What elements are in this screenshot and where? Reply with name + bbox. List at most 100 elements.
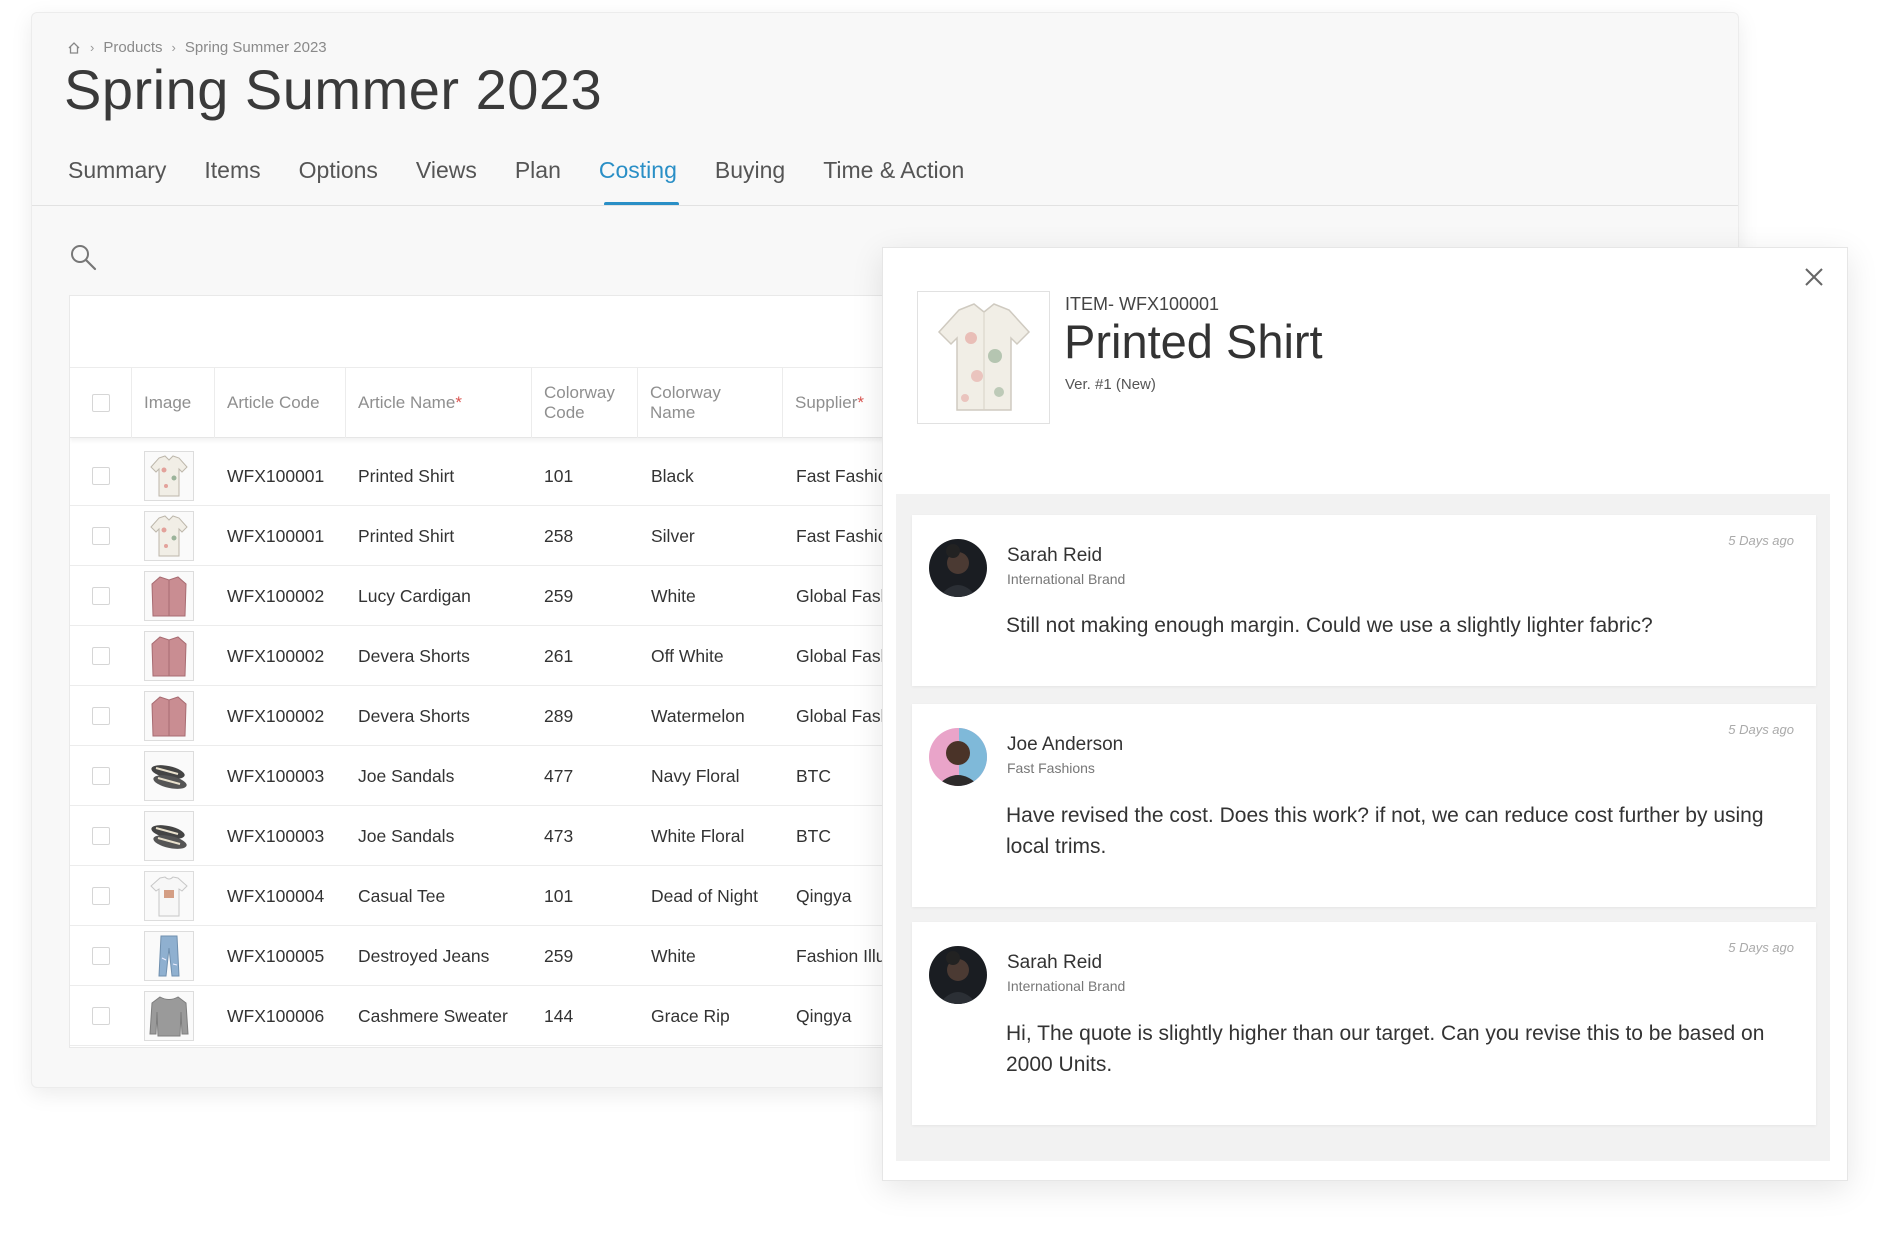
tab-plan[interactable]: Plan: [515, 157, 561, 206]
column-header-image[interactable]: Image: [132, 368, 215, 438]
row-select-cell: [70, 566, 132, 626]
row-image-cell: [144, 446, 204, 506]
colorway-name-cell: Watermelon: [651, 705, 745, 726]
colorway-name-cell: Black: [651, 465, 694, 486]
comment-card: Sarah Reid International Brand 5 Days ag…: [912, 922, 1816, 1125]
comment-time: 5 Days ago: [1728, 722, 1794, 737]
tab-buying[interactable]: Buying: [715, 157, 785, 206]
item-version: Ver. #1 (New): [1065, 376, 1156, 393]
colorway-name-cell: Silver: [651, 525, 695, 546]
row-image-cell: [144, 866, 204, 926]
column-header-article-code[interactable]: Article Code: [215, 368, 346, 438]
breadcrumb-separator: ›: [90, 40, 95, 55]
row-checkbox[interactable]: [92, 647, 110, 665]
article-code-cell: WFX100006: [227, 1005, 325, 1026]
column-header-colorway-code[interactable]: Colorway Code: [532, 368, 638, 438]
row-checkbox[interactable]: [92, 827, 110, 845]
row-image-cell: [144, 686, 204, 746]
row-select-cell: [70, 626, 132, 686]
column-header-article-name[interactable]: Article Name *: [346, 368, 532, 438]
colorway-code-cell: 473: [544, 825, 574, 846]
breadcrumb-products[interactable]: Products: [103, 39, 162, 56]
article-name-cell: Casual Tee: [358, 885, 446, 906]
comment-time: 5 Days ago: [1728, 940, 1794, 955]
item-detail-panel: ITEM- WFX100001 Printed Shirt Ver. #1 (N…: [882, 247, 1848, 1181]
row-checkbox[interactable]: [92, 467, 110, 485]
column-header-label: Colorway: [544, 383, 615, 402]
row-select-cell: [70, 446, 132, 506]
colorway-name-cell: Dead of Night: [651, 885, 759, 906]
comment-card: Sarah Reid International Brand 5 Days ag…: [912, 515, 1816, 686]
sandal-icon: [144, 751, 194, 801]
avatar[interactable]: [929, 539, 987, 597]
select-all-checkbox[interactable]: [91, 394, 110, 412]
shirt-icon: [144, 511, 194, 561]
row-select-cell: [70, 986, 132, 1046]
sweater-icon: [144, 991, 194, 1041]
colorway-code-cell: 101: [544, 465, 574, 486]
tab-options[interactable]: Options: [299, 157, 378, 206]
avatar[interactable]: [929, 946, 987, 1004]
comment-author: Sarah Reid: [1007, 545, 1103, 566]
cardigan-icon: [144, 631, 194, 681]
tee-icon: [144, 871, 194, 921]
row-image-cell: [144, 566, 204, 626]
tab-costing[interactable]: Costing: [599, 157, 679, 206]
article-name-cell: Devera Shorts: [358, 645, 470, 666]
row-checkbox[interactable]: [92, 767, 110, 785]
colorway-code-cell: 261: [544, 645, 574, 666]
article-name-cell: Destroyed Jeans: [358, 945, 490, 966]
cardigan-icon: [144, 571, 194, 621]
article-name-cell: Lucy Cardigan: [358, 585, 471, 606]
article-name-cell: Printed Shirt: [358, 465, 455, 486]
tab-summary[interactable]: Summary: [68, 157, 166, 206]
row-select-cell: [70, 506, 132, 566]
tab-time-action[interactable]: Time & Action: [823, 157, 964, 206]
article-name-cell: Cashmere Sweater: [358, 1005, 508, 1026]
row-checkbox[interactable]: [92, 707, 110, 725]
column-header-colorway-name[interactable]: Colorway Name: [638, 368, 783, 438]
column-header-label: Name: [650, 403, 696, 422]
row-image-cell: [144, 506, 204, 566]
tabs-divider: [32, 205, 1738, 206]
comment-text: Hi, The quote is slightly higher than ou…: [1006, 1022, 1765, 1076]
article-code-cell: WFX100005: [227, 945, 325, 966]
colorway-code-cell: 259: [544, 585, 574, 606]
row-image-cell: [144, 806, 204, 866]
tab-items[interactable]: Items: [204, 157, 260, 206]
row-checkbox[interactable]: [92, 587, 110, 605]
article-code-cell: WFX100001: [227, 465, 325, 486]
comment-author: Sarah Reid: [1007, 952, 1103, 973]
required-marker: *: [455, 393, 462, 412]
home-icon[interactable]: [67, 41, 81, 55]
item-code: ITEM- WFX100001: [1065, 294, 1220, 314]
colorway-name-cell: White Floral: [651, 825, 745, 846]
column-header-label: Article Name: [358, 393, 456, 412]
column-header-label: Image: [144, 393, 192, 412]
comment-text: Have revised the cost. Does this work? i…: [1006, 804, 1764, 858]
column-header-label: Article Code: [227, 393, 320, 412]
comment-text: Still not making enough margin. Could we…: [1006, 614, 1653, 637]
article-code-cell: WFX100001: [227, 525, 325, 546]
row-checkbox[interactable]: [92, 947, 110, 965]
row-checkbox[interactable]: [92, 527, 110, 545]
colorway-name-cell: Off White: [651, 645, 724, 666]
article-name-cell: Devera Shorts: [358, 705, 470, 726]
close-icon[interactable]: [1799, 262, 1829, 292]
shirt-icon: [144, 451, 194, 501]
avatar[interactable]: [929, 728, 987, 786]
row-checkbox[interactable]: [92, 887, 110, 905]
tab-views[interactable]: Views: [416, 157, 477, 206]
column-header-label: Colorway: [650, 383, 721, 402]
tab-bar: Summary Items Options Views Plan Costing…: [68, 157, 1002, 206]
row-checkbox[interactable]: [92, 1007, 110, 1025]
colorway-code-cell: 477: [544, 765, 574, 786]
colorway-name-cell: White: [651, 585, 696, 606]
search-icon[interactable]: [68, 242, 98, 272]
colorway-code-cell: 259: [544, 945, 574, 966]
article-name-cell: Joe Sandals: [358, 825, 455, 846]
colorway-code-cell: 289: [544, 705, 574, 726]
column-header-label: Supplier: [795, 393, 858, 412]
row-select-cell: [70, 686, 132, 746]
jeans-icon: [144, 931, 194, 981]
